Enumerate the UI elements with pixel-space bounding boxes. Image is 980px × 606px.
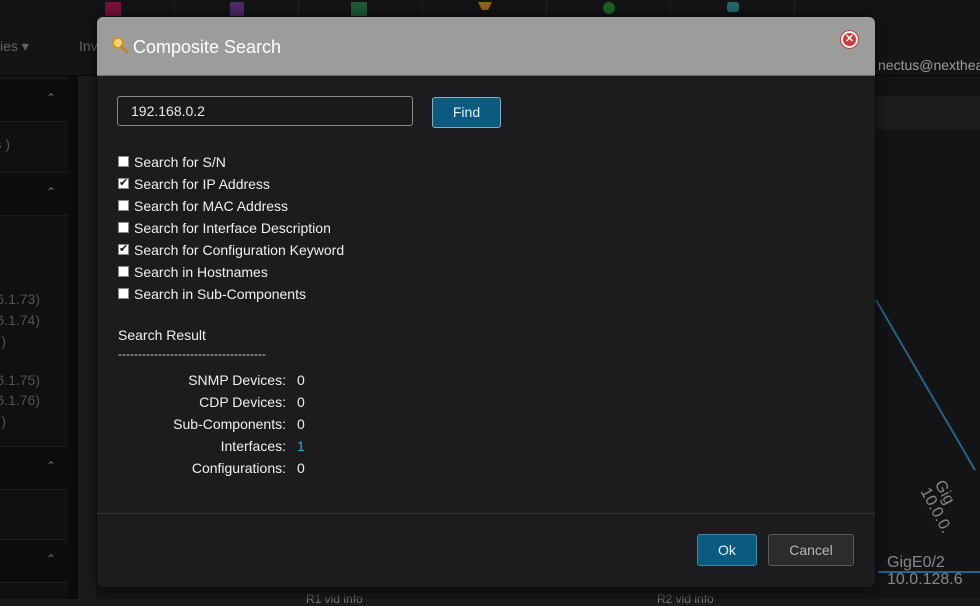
- composite-search-dialog: Composite Search ✕ Find Search for S/N Se…: [97, 17, 875, 587]
- result-label: CDP Devices:: [199, 394, 286, 410]
- footer-divider: [97, 513, 875, 514]
- result-label: Sub-Components:: [173, 416, 286, 432]
- search-input[interactable]: [117, 96, 413, 126]
- option-label: Search in Hostnames: [134, 264, 268, 280]
- option-label: Search for MAC Address: [134, 198, 289, 214]
- search-option[interactable]: Search in Hostnames: [118, 264, 268, 282]
- result-title: Search Result: [118, 327, 206, 343]
- checkbox[interactable]: [118, 266, 129, 277]
- result-value: 0: [297, 372, 305, 388]
- close-icon[interactable]: ✕: [841, 32, 858, 46]
- checkbox[interactable]: [118, 156, 129, 167]
- find-button[interactable]: Find: [432, 97, 501, 128]
- option-label: Search for IP Address: [134, 176, 270, 192]
- option-label: Search for S/N: [134, 154, 226, 170]
- close-button[interactable]: ✕: [841, 31, 858, 48]
- option-label: Search for Interface Description: [134, 220, 331, 236]
- checkbox[interactable]: [118, 288, 129, 299]
- ok-button[interactable]: Ok: [697, 534, 757, 566]
- checkbox[interactable]: [118, 176, 129, 189]
- checkbox[interactable]: [118, 200, 129, 211]
- search-option[interactable]: Search for S/N: [118, 154, 226, 172]
- magnifier-icon: [112, 37, 129, 54]
- search-option[interactable]: Search for Interface Description: [118, 220, 331, 238]
- option-label: Search in Sub-Components: [134, 286, 306, 302]
- result-label: SNMP Devices:: [188, 372, 286, 388]
- option-label: Search for Configuration Keyword: [134, 242, 345, 258]
- result-value[interactable]: 1: [297, 438, 305, 454]
- result-label: Interfaces:: [220, 438, 286, 454]
- checkbox[interactable]: [118, 222, 129, 233]
- dialog-header: Composite Search ✕: [97, 17, 875, 76]
- search-option[interactable]: Search for Configuration Keyword: [118, 242, 344, 260]
- result-value: 0: [297, 416, 305, 432]
- search-option[interactable]: Search for IP Address: [118, 176, 270, 194]
- result-value: 0: [297, 460, 305, 476]
- result-label: Configurations:: [191, 460, 286, 476]
- dialog-title: Composite Search: [133, 37, 282, 57]
- checkbox[interactable]: [118, 242, 129, 255]
- search-option[interactable]: Search in Sub-Components: [118, 286, 306, 304]
- result-separator: -------------------------------------: [118, 347, 266, 361]
- search-option[interactable]: Search for MAC Address: [118, 198, 288, 216]
- result-value: 0: [297, 394, 305, 410]
- cancel-button[interactable]: Cancel: [768, 534, 854, 566]
